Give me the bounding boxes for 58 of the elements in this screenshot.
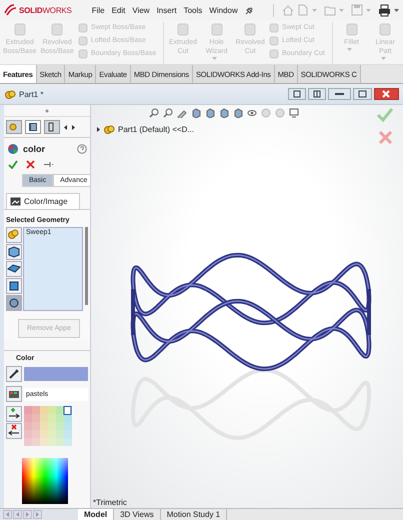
caret-icon[interactable] xyxy=(394,8,399,12)
remove-swatch-button[interactable] xyxy=(6,423,22,439)
cancel-icon[interactable] xyxy=(26,160,35,169)
close-button[interactable] xyxy=(374,88,399,100)
view-label: *Trimetric xyxy=(93,498,127,507)
right-arrow-icon[interactable] xyxy=(71,124,76,130)
swatch-grid[interactable] xyxy=(24,406,72,446)
eyedropper-button[interactable] xyxy=(6,366,22,382)
color-swatch[interactable] xyxy=(24,367,88,381)
add-swatch-button[interactable] xyxy=(6,406,22,422)
panel-title: color xyxy=(23,144,46,154)
magnifier-icon[interactable] xyxy=(163,108,173,118)
feature-icon xyxy=(269,36,280,46)
config-tab-icon[interactable] xyxy=(44,120,60,134)
expand-arrow-icon[interactable] xyxy=(97,127,100,132)
tree-item[interactable]: Part1 (Default) <<D... xyxy=(118,125,194,134)
logo-text: SOLIDWORKS xyxy=(19,6,72,14)
document-title: Part1 * xyxy=(19,90,44,98)
splitter-handle-icon[interactable] xyxy=(45,108,49,112)
tile-button[interactable] xyxy=(288,88,306,100)
menu-item[interactable]: View xyxy=(132,6,150,14)
eye-icon[interactable] xyxy=(247,108,257,118)
part-icon xyxy=(4,88,16,100)
ok-icon[interactable] xyxy=(8,160,18,169)
feature-filter-icon[interactable] xyxy=(6,278,22,294)
part-icon xyxy=(103,124,115,135)
minimize-button[interactable] xyxy=(328,88,351,100)
feature-icon xyxy=(269,22,280,32)
scrollbar[interactable] xyxy=(85,227,88,305)
feature-icon xyxy=(78,48,88,58)
menu-item[interactable]: Tools xyxy=(184,6,202,14)
help-icon[interactable] xyxy=(77,144,87,154)
property-tab-icon[interactable] xyxy=(25,120,41,134)
feature-icon xyxy=(78,36,88,46)
maximize-button[interactable] xyxy=(353,88,372,100)
menu-item[interactable]: Edit xyxy=(112,6,126,14)
panel-tab[interactable]: Color/Image xyxy=(6,193,80,209)
color-spectrum[interactable] xyxy=(22,458,68,504)
printer-icon[interactable] xyxy=(378,4,391,16)
bottom-tab[interactable]: Model xyxy=(78,509,114,520)
solid-filter-icon[interactable] xyxy=(6,295,22,311)
menu-item[interactable]: Window xyxy=(209,6,238,14)
feature-icon xyxy=(269,48,280,58)
monitor-icon[interactable] xyxy=(289,108,299,118)
magnifier-icon[interactable] xyxy=(149,108,159,118)
tile-button[interactable] xyxy=(308,88,326,100)
palette-file-button[interactable] xyxy=(6,386,22,402)
part-filter-icon[interactable] xyxy=(6,227,22,243)
logo-icon xyxy=(4,4,17,16)
palette-icon xyxy=(7,143,19,155)
face-filter-icon[interactable] xyxy=(6,261,22,277)
body-filter-icon[interactable] xyxy=(6,244,22,260)
menu-item[interactable]: Insert xyxy=(156,6,177,14)
image-icon xyxy=(10,197,21,206)
menu-item[interactable]: File xyxy=(92,6,105,14)
left-arrow-icon[interactable] xyxy=(63,124,68,130)
pencil-icon[interactable] xyxy=(177,108,187,118)
feature-icon xyxy=(78,22,88,32)
